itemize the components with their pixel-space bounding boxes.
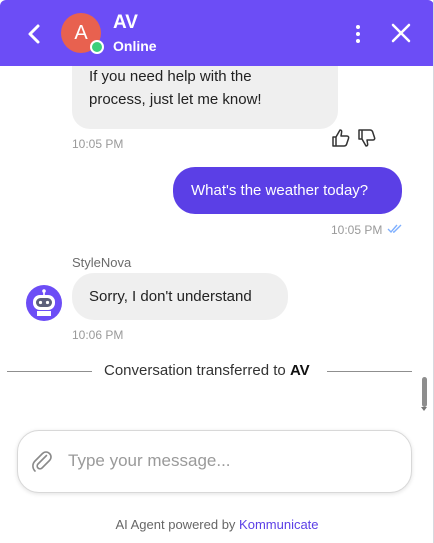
message-text: What's the weather today? [191,182,369,199]
divider-line [327,371,412,372]
message-timestamp: 10:05 PM [72,137,124,151]
agent-status: Online [113,38,157,54]
thumbs-down-icon[interactable] [357,128,377,148]
attach-button[interactable] [30,449,54,473]
sender-name: StyleNova [72,255,132,270]
online-indicator [90,40,104,54]
chat-widget: A AV Online If you need help with the pr… [0,0,434,543]
transfer-agent-name: AV [289,362,310,379]
thumbs-up-icon[interactable] [331,128,351,148]
message-bubble-sent: What's the weather today? [173,167,402,214]
vertical-dots-icon [356,25,360,43]
divider-line [7,371,92,372]
message-bubble-received: If you need help with the process, just … [72,66,338,129]
paperclip-icon [32,451,52,472]
message-list[interactable]: If you need help with the process, just … [0,66,420,420]
close-button[interactable] [388,20,414,46]
kommunicate-link[interactable]: Kommunicate [239,517,318,532]
powered-by-footer: AI Agent powered by Kommunicate [0,517,433,532]
powered-by-text: AI Agent powered by [115,517,240,532]
bot-icon [26,285,62,321]
double-check-icon [387,224,402,234]
avatar-initial: A [74,22,88,44]
agent-name: AV [113,12,138,33]
transfer-prefix: Conversation transferred to [104,362,290,379]
message-bubble-received: Sorry, I don't understand [72,273,288,320]
more-options-button[interactable] [348,22,368,46]
agent-avatar: A [61,13,104,54]
message-timestamp: 10:05 PM [331,223,383,237]
chevron-left-icon [28,24,40,44]
message-text-line: process, just let me know! [89,91,262,108]
scroll-down-arrow[interactable] [421,407,427,411]
message-text: Sorry, I don't understand [89,288,252,305]
close-icon [391,23,411,43]
message-text-line: If you need help with the [89,68,252,85]
scrollbar-thumb[interactable] [422,377,427,407]
chat-header: A AV Online [0,0,433,66]
message-composer [17,430,412,493]
transfer-text: Conversation transferred to AV [104,362,310,379]
back-button[interactable] [20,20,48,48]
message-scrollbar[interactable] [420,66,433,420]
message-timestamp: 10:06 PM [72,328,124,342]
message-input[interactable] [68,445,388,477]
transfer-divider: Conversation transferred to AV [7,360,412,382]
bot-avatar [26,285,62,321]
